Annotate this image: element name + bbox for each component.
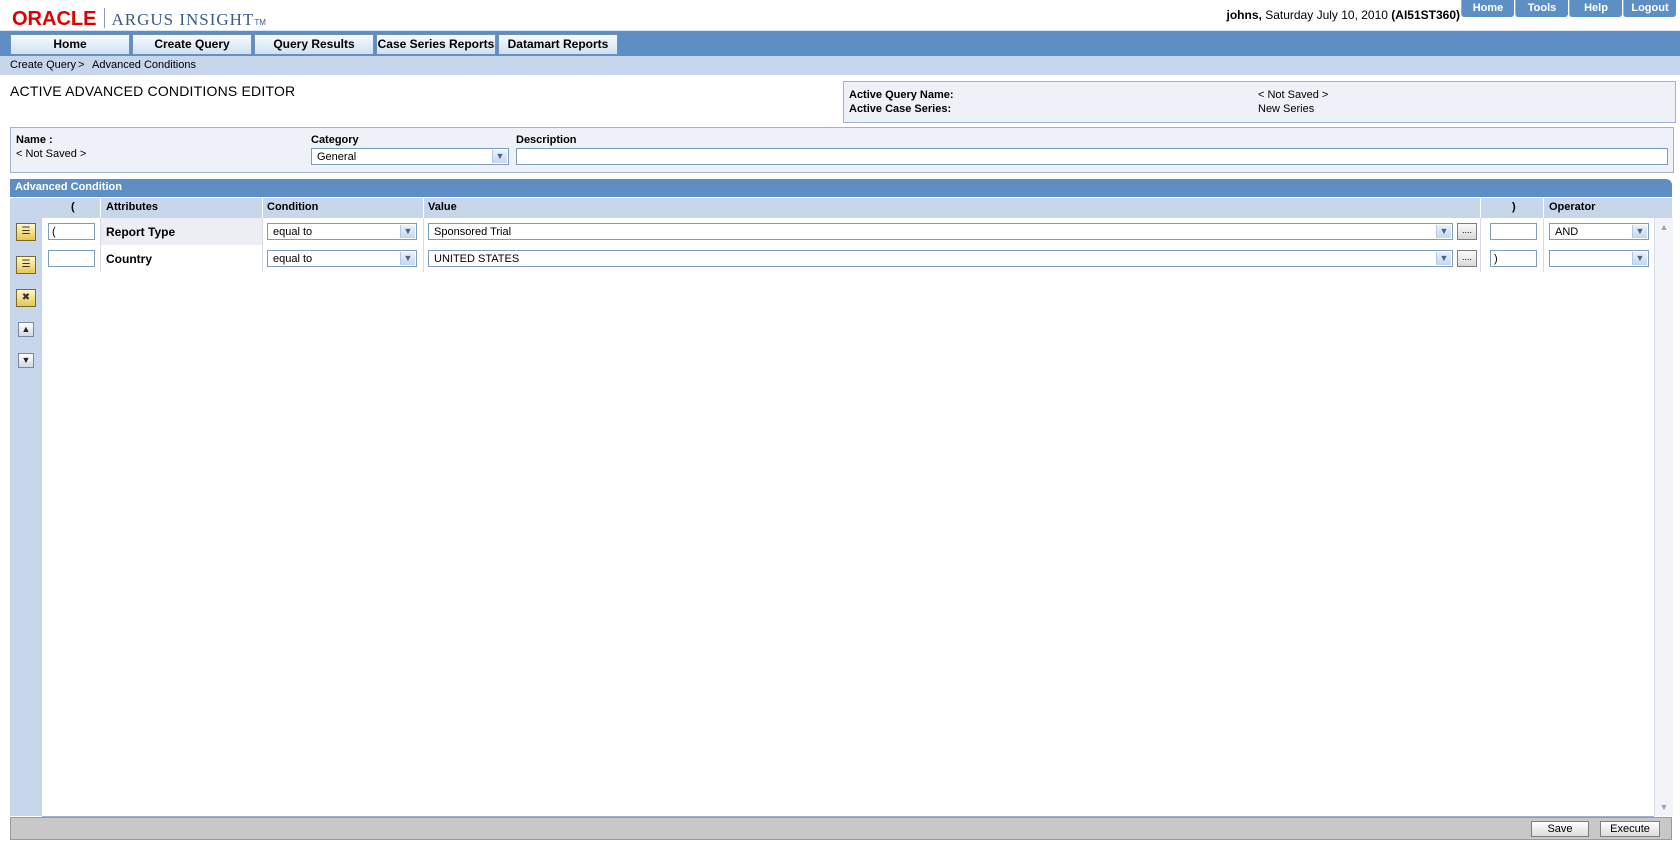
attribute-name: Report Type — [106, 225, 176, 239]
column-close-paren: ) — [1512, 201, 1516, 213]
category-selected-value: General — [317, 151, 357, 163]
save-button[interactable]: Save — [1531, 821, 1589, 837]
name-label: Name : — [16, 134, 53, 146]
breadcrumb: Create Query > Advanced Conditions — [0, 56, 1680, 75]
condition-select[interactable]: equal to ▼ — [267, 250, 417, 267]
tab-query-results[interactable]: Query Results — [254, 34, 374, 55]
chevron-down-icon[interactable]: ▼ — [492, 150, 507, 163]
tab-case-series-reports[interactable]: Case Series Reports — [376, 34, 496, 55]
grid-scrollbar[interactable]: ▲ ▼ — [1654, 218, 1673, 816]
tab-create-query[interactable]: Create Query — [132, 34, 252, 55]
description-label: Description — [516, 134, 577, 146]
column-divider — [1480, 198, 1481, 218]
add-condition-icon[interactable]: ☰ — [16, 223, 36, 241]
condition-toolbar: ☰ ☰ ✖ ▲ ▼ — [10, 198, 43, 816]
attribute-name: Country — [106, 252, 152, 266]
operator-selected-value: AND — [1555, 226, 1579, 238]
chevron-down-icon[interactable]: ▼ — [400, 225, 415, 238]
column-condition: Condition — [267, 201, 319, 213]
condition-select[interactable]: equal to ▼ — [267, 223, 417, 240]
chevron-down-icon[interactable]: ▼ — [1436, 225, 1451, 238]
column-divider — [1543, 198, 1544, 218]
session-date: Saturday July 10, 2010 — [1265, 8, 1388, 22]
value-lookup-button[interactable]: .... — [1457, 250, 1477, 267]
open-paren-input[interactable] — [48, 250, 95, 267]
column-attributes: Attributes — [106, 201, 158, 213]
global-nav-tools[interactable]: Tools — [1515, 0, 1568, 17]
column-open-paren: ( — [71, 201, 75, 213]
breadcrumb-create-query[interactable]: Create Query — [10, 59, 76, 71]
global-nav: Home Tools Help Logout — [1460, 0, 1676, 17]
description-input[interactable] — [516, 148, 1668, 165]
condition-metadata-panel: Name : < Not Saved > Category General ▼ … — [10, 127, 1674, 173]
global-nav-help[interactable]: Help — [1569, 0, 1622, 17]
chevron-down-icon[interactable]: ▼ — [1632, 225, 1647, 238]
column-divider — [262, 198, 263, 218]
operator-select[interactable]: ▼ — [1549, 250, 1649, 267]
chevron-down-icon[interactable]: ▼ — [400, 252, 415, 265]
condition-grid-header: ( Attributes Condition Value ) Operator — [42, 198, 1672, 218]
main-tab-bar: Home Create Query Query Results Case Ser… — [0, 30, 1680, 56]
server-name: (AI51ST360) — [1391, 8, 1460, 22]
operator-select[interactable]: AND ▼ — [1549, 223, 1649, 240]
move-up-icon[interactable]: ▲ — [18, 322, 34, 337]
value-selected-value: Sponsored Trial — [434, 226, 512, 238]
category-label: Category — [311, 134, 359, 146]
column-operator: Operator — [1549, 201, 1596, 213]
active-query-info: Active Query Name: < Not Saved > Active … — [843, 81, 1676, 123]
close-paren-input[interactable]: ) — [1490, 250, 1537, 267]
close-paren-value: ) — [1494, 253, 1498, 265]
global-nav-home[interactable]: Home — [1461, 0, 1514, 17]
value-select[interactable]: Sponsored Trial ▼ — [428, 223, 1453, 240]
argus-logo-text: ARGUS INSIGHT — [111, 10, 255, 29]
value-selected-value: UNITED STATES — [434, 253, 520, 265]
column-divider — [423, 198, 424, 218]
name-value: < Not Saved > — [16, 148, 87, 160]
scroll-down-icon[interactable]: ▼ — [1657, 800, 1671, 814]
active-query-name-label: Active Query Name: — [849, 89, 954, 101]
tab-datamart-reports[interactable]: Datamart Reports — [498, 34, 618, 55]
open-paren-value: ( — [52, 226, 56, 238]
advanced-condition-header: Advanced Condition — [10, 179, 1672, 197]
active-query-name-value: < Not Saved > — [1258, 89, 1329, 101]
breadcrumb-separator: > — [78, 59, 85, 71]
active-case-series-value: New Series — [1258, 103, 1315, 115]
tab-home[interactable]: Home — [10, 34, 130, 55]
condition-selected-value: equal to — [273, 226, 313, 238]
condition-row: Country equal to ▼ UNITED STATES ▼ .... … — [42, 245, 1654, 272]
condition-row: ( Report Type equal to ▼ Sponsored Trial… — [42, 218, 1654, 245]
chevron-down-icon[interactable]: ▼ — [1632, 252, 1647, 265]
product-logo: ORACLE ARGUS INSIGHT TM — [12, 8, 266, 30]
execute-button[interactable]: Execute — [1600, 821, 1660, 837]
column-value: Value — [428, 201, 457, 213]
global-nav-logout[interactable]: Logout — [1623, 0, 1676, 17]
logo-divider — [104, 8, 106, 28]
page-title: ACTIVE ADVANCED CONDITIONS EDITOR — [10, 83, 296, 99]
move-down-icon[interactable]: ▼ — [18, 353, 34, 368]
user-session-info: johns, Saturday July 10, 2010 (AI51ST360… — [1040, 8, 1460, 22]
condition-selected-value: equal to — [273, 253, 313, 265]
insert-condition-icon[interactable]: ☰ — [16, 256, 36, 274]
action-footer: Save Execute — [10, 817, 1672, 840]
value-select[interactable]: UNITED STATES ▼ — [428, 250, 1453, 267]
delete-condition-icon[interactable]: ✖ — [16, 289, 36, 307]
breadcrumb-advanced-conditions: Advanced Conditions — [92, 59, 196, 71]
category-select[interactable]: General ▼ — [311, 148, 509, 165]
user-name: johns, — [1226, 8, 1262, 22]
condition-grid: ( Report Type equal to ▼ Sponsored Trial… — [42, 218, 1654, 817]
oracle-logo-text: ORACLE — [12, 8, 97, 30]
trademark-mark: TM — [254, 18, 266, 27]
close-paren-input[interactable] — [1490, 223, 1537, 240]
value-lookup-button[interactable]: .... — [1457, 223, 1477, 240]
open-paren-input[interactable]: ( — [48, 223, 95, 240]
scroll-up-icon[interactable]: ▲ — [1657, 220, 1671, 234]
chevron-down-icon[interactable]: ▼ — [1436, 252, 1451, 265]
advanced-condition-title: Advanced Condition — [15, 181, 122, 193]
column-divider — [100, 198, 101, 218]
active-case-series-label: Active Case Series: — [849, 103, 952, 115]
